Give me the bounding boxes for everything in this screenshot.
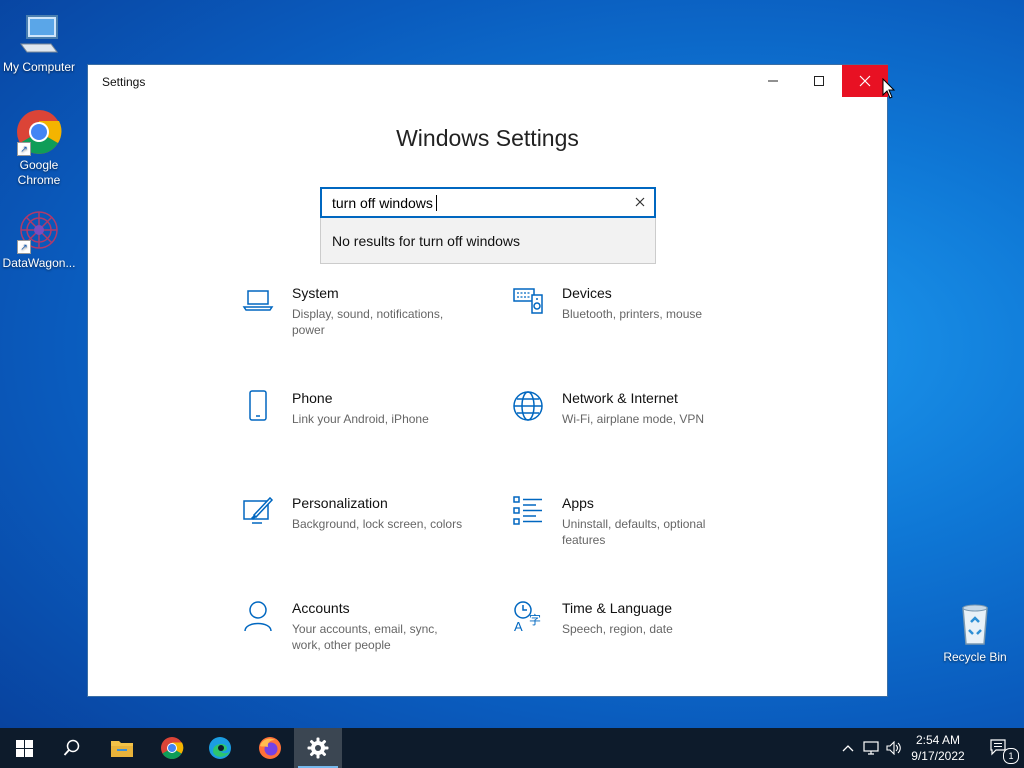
tile-description: Your accounts, email, sync, work, other … (292, 622, 438, 652)
minimize-icon (768, 80, 778, 82)
tile-title: Time & Language (562, 600, 672, 616)
datawagon-icon: ↗ (15, 206, 63, 254)
paintbrush-icon (243, 496, 274, 524)
text-caret (435, 195, 437, 211)
time-language-icon: A字 (514, 601, 541, 632)
tile-title: Apps (562, 495, 594, 511)
svg-text:字: 字 (529, 612, 541, 627)
apps-list-icon (513, 496, 542, 525)
close-icon (859, 75, 871, 87)
settings-window: Settings Windows Settings turn off windo… (87, 64, 888, 697)
tile-description: Speech, region, date (562, 622, 673, 636)
desktop-icon-label: My Computer (2, 60, 76, 74)
network-icon (863, 741, 879, 755)
tile-title: Accounts (292, 600, 350, 616)
clock-time: 2:54 AM (915, 733, 961, 747)
page-title: Windows Settings (396, 125, 579, 151)
computer-icon (15, 10, 63, 58)
close-icon (635, 197, 645, 207)
desktop-icon-my-computer[interactable]: My Computer (0, 10, 78, 75)
tile-description: Bluetooth, printers, mouse (562, 307, 703, 321)
clear-search-button[interactable] (632, 194, 648, 210)
settings-tile-devices[interactable]: Devices Bluetooth, printers, mouse (512, 285, 742, 365)
taskbar-search-button[interactable] (48, 728, 96, 768)
taskbar-settings[interactable] (294, 728, 342, 768)
settings-tile-system[interactable]: System Display, sound, notifications, po… (242, 285, 472, 365)
taskbar: 2:54 AM 9/17/2022 1 (0, 728, 1024, 768)
tile-description: Background, lock screen, colors (292, 517, 463, 531)
person-icon (244, 601, 272, 632)
tile-description: Link your Android, iPhone (292, 412, 429, 426)
recycle-bin-icon (951, 600, 999, 648)
tile-title: Phone (292, 390, 333, 406)
desktop-icon-label: DataWagon... (2, 256, 76, 270)
settings-tile-time-language[interactable]: A字 Time & Language Speech, region, date (512, 600, 742, 680)
taskbar-chrome[interactable] (148, 728, 196, 768)
globe-icon (513, 391, 543, 421)
mouse-cursor-icon (882, 78, 896, 99)
maximize-icon (814, 76, 824, 86)
chrome-icon (161, 737, 184, 759)
no-results-text: No results for turn off windows (332, 233, 521, 249)
start-icon (15, 739, 33, 757)
taskbar-file-explorer[interactable] (98, 728, 146, 768)
search-suggestions-dropdown: No results for turn off windows (320, 218, 656, 264)
tile-description: Display, sound, notifications, power (292, 307, 444, 337)
settings-tile-phone[interactable]: Phone Link your Android, iPhone (242, 390, 472, 470)
tile-title: System (292, 285, 339, 301)
tile-title: Devices (562, 285, 612, 301)
clock-date: 9/17/2022 (911, 749, 965, 763)
settings-search-input[interactable]: turn off windows (320, 187, 656, 218)
notification-count-badge: 1 (1003, 748, 1019, 764)
desktop-icon-recycle-bin[interactable]: Recycle Bin (936, 600, 1014, 665)
start-button[interactable] (0, 728, 48, 768)
title-bar[interactable]: Settings (88, 65, 888, 99)
laptop-icon (242, 290, 274, 311)
keyboard-speaker-icon (513, 288, 543, 314)
minimize-button[interactable] (750, 65, 796, 97)
taskbar-edge[interactable] (196, 728, 244, 768)
phone-icon (249, 390, 267, 421)
tray-show-hidden-icons[interactable] (838, 728, 858, 768)
maximize-button[interactable] (796, 65, 842, 97)
shortcut-arrow-icon: ↗ (17, 142, 31, 156)
svg-text:A: A (514, 619, 523, 632)
settings-tile-apps[interactable]: Apps Uninstall, defaults, optional featu… (512, 495, 742, 575)
file-explorer-icon (111, 741, 133, 757)
taskbar-firefox[interactable] (246, 728, 294, 768)
action-center-button[interactable]: 1 (976, 728, 1024, 768)
shortcut-arrow-icon: ↗ (17, 240, 31, 254)
settings-tile-accounts[interactable]: Accounts Your accounts, email, sync, wor… (242, 600, 472, 680)
tile-description: Uninstall, defaults, optional features (562, 517, 706, 547)
settings-tile-network-internet[interactable]: Network & Internet Wi-Fi, airplane mode,… (512, 390, 742, 470)
desktop-icon-google-chrome[interactable]: ↗ Google Chrome (0, 108, 78, 188)
edge-icon (209, 737, 231, 759)
tile-title: Personalization (292, 495, 388, 511)
tile-description: Wi-Fi, airplane mode, VPN (562, 412, 705, 426)
desktop-icon-label: Google Chrome (17, 158, 61, 187)
window-title: Settings (102, 75, 146, 89)
desktop-icon-datawagon[interactable]: ↗ DataWagon... (0, 206, 78, 271)
tray-network[interactable] (860, 728, 882, 768)
chrome-icon: ↗ (15, 108, 63, 156)
desktop-icon-label: Recycle Bin (943, 650, 1007, 664)
firefox-icon (259, 737, 281, 759)
search-input-value: turn off windows (332, 195, 433, 211)
search-icon (63, 739, 80, 756)
tile-title: Network & Internet (562, 390, 678, 406)
chevron-up-icon (842, 745, 854, 752)
settings-tile-personalization[interactable]: Personalization Background, lock screen,… (242, 495, 472, 575)
tray-clock[interactable]: 2:54 AM 9/17/2022 (902, 732, 974, 764)
settings-gear-icon (307, 737, 329, 759)
volume-icon (886, 741, 901, 755)
